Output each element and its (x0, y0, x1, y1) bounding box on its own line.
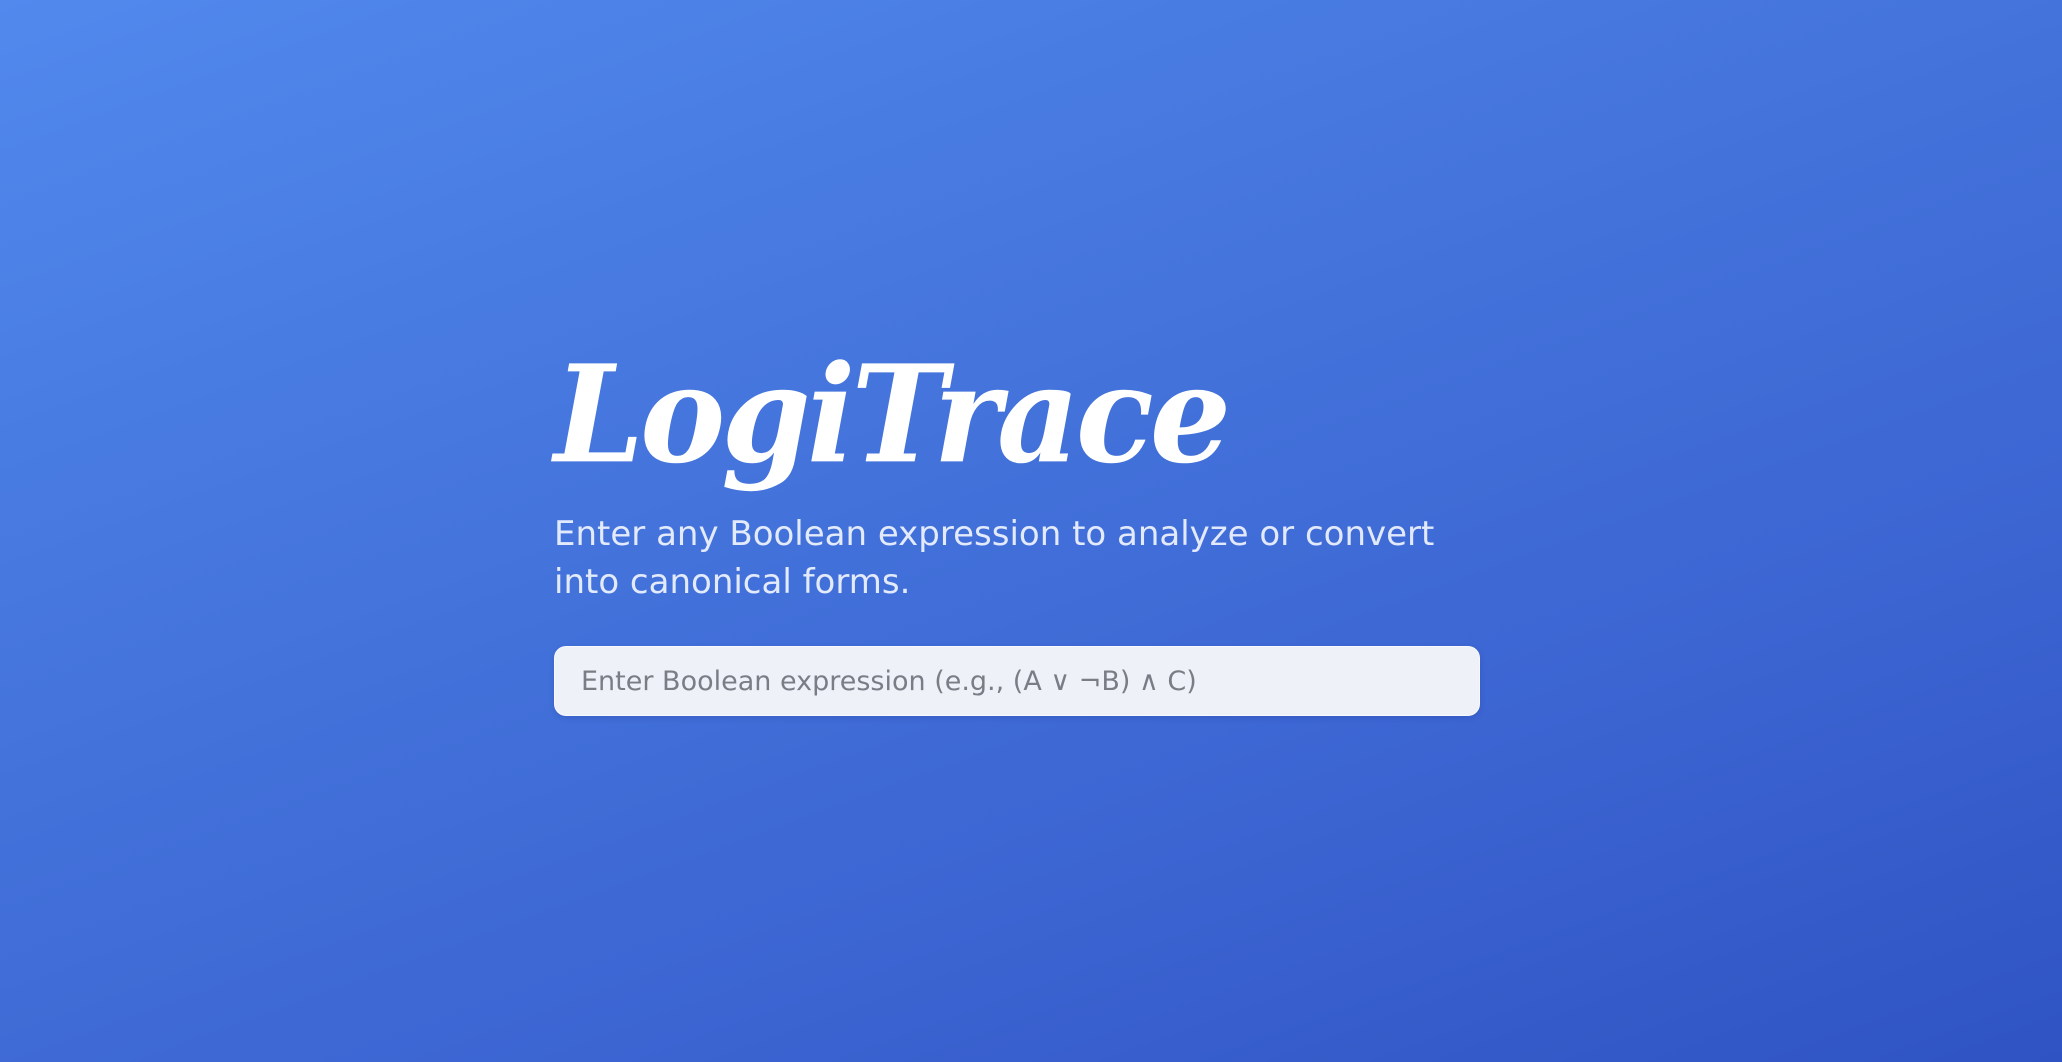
expression-input-container (554, 646, 1480, 716)
main-content: LogiTrace Enter any Boolean expression t… (554, 340, 1482, 716)
app-logo-text: LogiTrace (554, 336, 1231, 494)
expression-input[interactable] (555, 647, 1479, 715)
app-logo: LogiTrace (554, 340, 1482, 510)
page-subtitle: Enter any Boolean expression to analyze … (554, 514, 1435, 602)
